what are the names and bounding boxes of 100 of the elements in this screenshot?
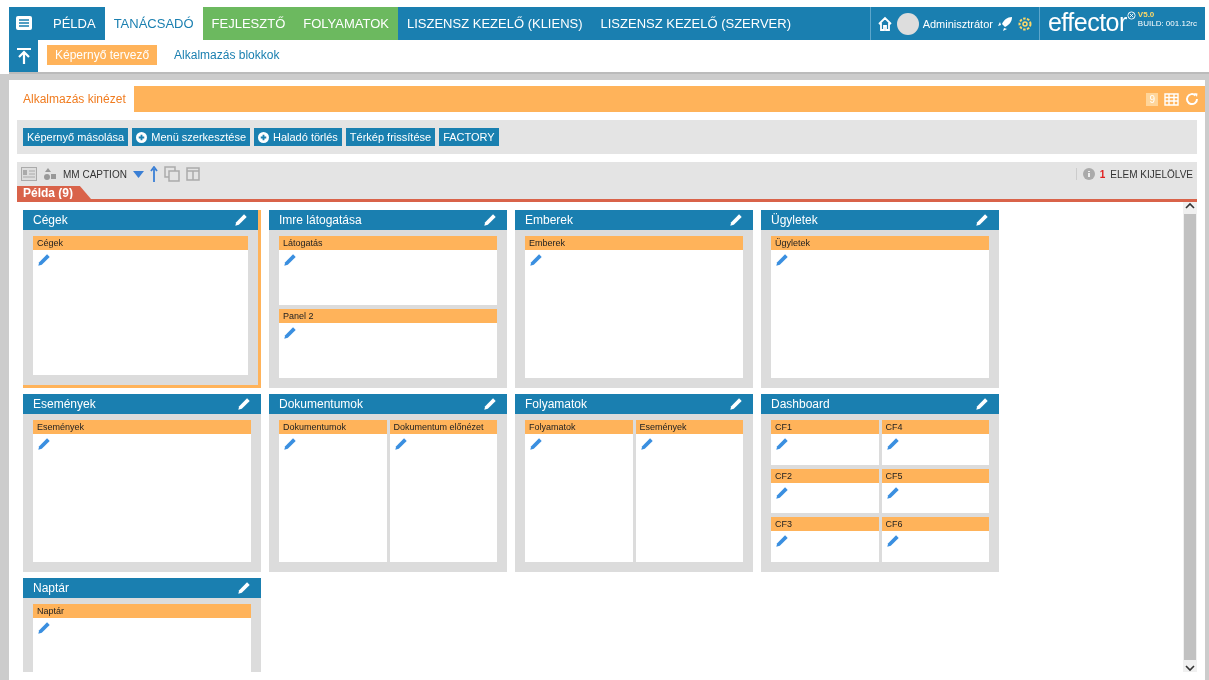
pencil-icon[interactable]: [529, 437, 543, 451]
panel-title: Naptár: [33, 604, 251, 618]
settings-icon[interactable]: [1016, 15, 1033, 32]
panel[interactable]: CF4: [881, 420, 989, 465]
panel[interactable]: Dokumentum előnézet: [389, 420, 497, 562]
caret-icon[interactable]: [132, 170, 144, 178]
pencil-icon[interactable]: [237, 397, 251, 411]
pencil-icon[interactable]: [775, 437, 789, 451]
pencil-icon[interactable]: [283, 437, 297, 451]
refresh-icon[interactable]: [1185, 92, 1199, 106]
pencil-icon[interactable]: [529, 253, 543, 267]
card-icon[interactable]: [21, 167, 37, 181]
grid-icon[interactable]: [1164, 92, 1179, 106]
panel-title: Látogatás: [279, 236, 497, 250]
panel-title: CF5: [881, 468, 989, 483]
sub-tab[interactable]: Alkalmazás blokkok: [166, 45, 288, 65]
pencil-icon[interactable]: [729, 397, 743, 411]
screen-card[interactable]: Dokumentumok Dokumentumok Dokumentum előnézet: [269, 394, 507, 572]
action-button[interactable]: Térkép frissítése: [345, 128, 436, 146]
pencil-icon[interactable]: [37, 621, 51, 635]
nav-tab[interactable]: TANÁCSADÓ: [104, 7, 203, 40]
selected-count: 1: [1099, 168, 1106, 180]
panel[interactable]: CF1: [771, 420, 879, 465]
caption-label[interactable]: MM CAPTION: [63, 168, 127, 180]
arrow-up-icon[interactable]: [149, 166, 158, 182]
screen-card[interactable]: Naptár Naptár: [23, 578, 261, 672]
count-badge: 9: [1146, 92, 1158, 106]
pencil-icon[interactable]: [885, 485, 900, 500]
panel[interactable]: Látogatás: [279, 236, 497, 305]
pencil-icon[interactable]: [775, 485, 789, 500]
pencil-icon[interactable]: [483, 213, 497, 227]
collapse-up-icon[interactable]: [15, 47, 32, 65]
screen-card[interactable]: Folyamatok Folyamatok Események: [515, 394, 753, 572]
screen-card[interactable]: Dashboard CF1 CF2 CF3 CF4 CF5 CF6: [761, 394, 999, 572]
pencil-icon[interactable]: [975, 213, 989, 227]
plus-circle-icon: [136, 131, 148, 143]
plus-circle-icon: [258, 131, 269, 143]
info-icon: [1082, 168, 1095, 180]
pencil-icon[interactable]: [775, 534, 789, 549]
action-button[interactable]: Haladó törlés: [254, 128, 342, 146]
screen-card[interactable]: Emberek Emberek: [515, 210, 753, 388]
pencil-icon[interactable]: [639, 437, 654, 451]
panel-title: CF6: [881, 517, 989, 532]
home-icon[interactable]: [876, 15, 893, 32]
screen-card[interactable]: Cégek Cégek: [23, 210, 261, 388]
panel[interactable]: Cégek: [33, 236, 248, 375]
close-circle-icon: [1126, 11, 1136, 20]
screen-card[interactable]: Események Események: [23, 394, 261, 572]
scrollbar[interactable]: [1183, 202, 1197, 672]
list-icon[interactable]: [14, 15, 33, 31]
pencil-icon[interactable]: [729, 213, 743, 227]
panel[interactable]: Események: [33, 420, 251, 562]
card-title: Folyamatok: [525, 397, 588, 411]
panel[interactable]: Események: [635, 420, 743, 562]
user-name[interactable]: Adminisztrátor: [922, 17, 993, 30]
pencil-icon[interactable]: [234, 213, 248, 227]
screen-card[interactable]: Ügyletek Ügyletek: [761, 210, 999, 388]
panel-title: Dokumentumok: [279, 420, 387, 434]
pencil-icon[interactable]: [37, 437, 51, 451]
panel[interactable]: Panel 2: [279, 309, 497, 378]
panel[interactable]: CF5: [881, 468, 989, 514]
pencil-icon[interactable]: [775, 253, 789, 267]
panel[interactable]: Naptár: [33, 604, 251, 672]
panel[interactable]: CF3: [771, 517, 879, 562]
panel[interactable]: Emberek: [525, 236, 743, 378]
panel-title: Folyamatok: [525, 420, 633, 434]
copy-icon[interactable]: [163, 166, 180, 182]
panel[interactable]: Ügyletek: [771, 236, 989, 378]
panel[interactable]: CF6: [881, 517, 989, 562]
rocket-icon[interactable]: [996, 15, 1013, 32]
panel-title: Események: [33, 420, 251, 434]
shapes-icon[interactable]: [43, 167, 57, 181]
pencil-icon[interactable]: [283, 253, 297, 267]
panel-title: CF4: [881, 420, 989, 434]
pencil-icon[interactable]: [37, 253, 51, 267]
columns-icon[interactable]: [185, 167, 200, 181]
panel[interactable]: Dokumentumok: [279, 420, 387, 562]
action-button[interactable]: FACTORY: [439, 128, 499, 146]
logo-text: effector: [1047, 7, 1127, 37]
card-title: Dashboard: [771, 397, 830, 411]
chevron-up-icon[interactable]: [1185, 202, 1195, 210]
panel[interactable]: Folyamatok: [525, 420, 633, 562]
action-button[interactable]: Képernyő másolása: [23, 128, 129, 146]
chevron-down-icon[interactable]: [1185, 664, 1195, 672]
pencil-icon[interactable]: [393, 437, 408, 451]
avatar[interactable]: [896, 12, 919, 35]
screen-card[interactable]: Imre látogatása Látogatás Panel 2: [269, 210, 507, 388]
pencil-icon[interactable]: [975, 397, 989, 411]
card-title: Imre látogatása: [279, 213, 362, 227]
pencil-icon[interactable]: [885, 534, 900, 549]
panel-title: CF2: [771, 468, 879, 483]
card-title: Naptár: [33, 581, 70, 595]
pencil-icon[interactable]: [483, 397, 497, 411]
pencil-icon[interactable]: [283, 326, 297, 340]
build-text: BUILD: 001.12rc: [1137, 19, 1197, 28]
panel-title: CF1: [771, 420, 879, 434]
panel[interactable]: CF2: [771, 468, 879, 514]
pencil-icon[interactable]: [885, 437, 900, 451]
pencil-icon[interactable]: [237, 581, 251, 595]
action-button[interactable]: Menü szerkesztése: [132, 128, 250, 146]
